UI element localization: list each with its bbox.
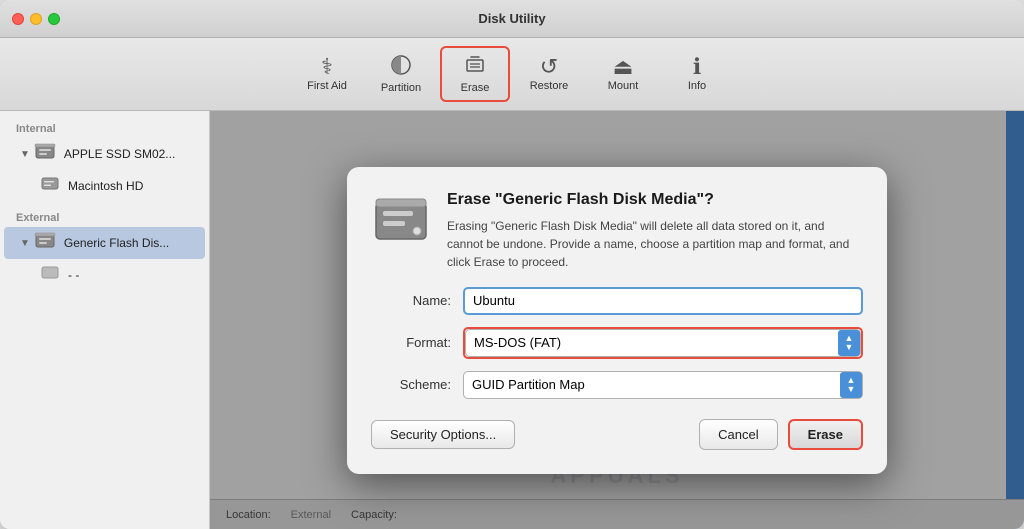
main-content: Internal ▼ APPLE SSD SM02... [0, 111, 1024, 529]
sidebar-item-macintosh-hd[interactable]: Macintosh HD [4, 171, 205, 200]
generic-flash-sub-icon [40, 264, 60, 285]
info-icon: ℹ [693, 56, 701, 78]
toolbar: ⚕ First Aid Partition Erase [0, 38, 1024, 111]
mount-label: Mount [608, 80, 639, 92]
internal-section-label: Internal [0, 119, 209, 137]
generic-flash-sub-label: - - [68, 268, 79, 282]
modal-description: Erasing "Generic Flash Disk Media" will … [447, 217, 863, 271]
format-label: Format: [371, 335, 451, 350]
format-row: Format: MS-DOS (FAT) ExFAT Mac OS Extend… [371, 327, 863, 359]
format-select-wrapper: MS-DOS (FAT) ExFAT Mac OS Extended (Jour… [463, 327, 863, 359]
first-aid-button[interactable]: ⚕ First Aid [292, 50, 362, 98]
macintosh-hd-label: Macintosh HD [68, 179, 143, 193]
external-section-label: External [0, 208, 209, 226]
partition-button[interactable]: Partition [366, 48, 436, 100]
modal-overlay: Erase "Generic Flash Disk Media"? Erasin… [210, 111, 1024, 529]
modal-form: Name: Format: MS-DOS (FAT) ExFAT Mac OS … [371, 287, 863, 399]
sidebar-item-generic-flash-sub[interactable]: - - [4, 260, 205, 289]
restore-button[interactable]: ↺ Restore [514, 50, 584, 98]
format-select[interactable]: MS-DOS (FAT) ExFAT Mac OS Extended (Jour… [465, 329, 861, 357]
first-aid-icon: ⚕ [321, 56, 333, 78]
sidebar-item-generic-flash[interactable]: ▼ Generic Flash Dis... [4, 227, 205, 259]
partition-label: Partition [381, 82, 421, 94]
footer-right: Cancel Erase [699, 419, 863, 450]
name-row: Name: [371, 287, 863, 315]
modal-disk-icon [371, 191, 431, 255]
maximize-button[interactable] [48, 13, 60, 25]
restore-icon: ↺ [540, 56, 558, 78]
scheme-select[interactable]: GUID Partition Map Master Boot Record Ap… [463, 371, 863, 399]
modal-text-area: Erase "Generic Flash Disk Media"? Erasin… [447, 191, 863, 271]
first-aid-label: First Aid [307, 80, 347, 92]
partition-icon [390, 54, 412, 80]
erase-confirm-button[interactable]: Erase [788, 419, 863, 450]
mount-button[interactable]: ⏏ Mount [588, 50, 658, 98]
close-button[interactable] [12, 13, 24, 25]
erase-label: Erase [461, 82, 490, 94]
info-label: Info [688, 80, 706, 92]
scheme-label: Scheme: [371, 377, 451, 392]
traffic-lights [12, 13, 60, 25]
name-label: Name: [371, 293, 451, 308]
erase-icon [464, 54, 486, 80]
generic-flash-icon [34, 231, 56, 255]
disclosure-arrow: ▼ [20, 149, 30, 160]
mount-icon: ⏏ [613, 56, 634, 78]
name-input[interactable] [463, 287, 863, 315]
main-panel: APPUALS Location: External Capacity: [210, 111, 1024, 529]
modal-title: Erase "Generic Flash Disk Media"? [447, 191, 863, 209]
main-window: Disk Utility ⚕ First Aid Partition [0, 0, 1024, 529]
modal-footer: Security Options... Cancel Erase [371, 419, 863, 450]
macintosh-hd-icon [40, 175, 60, 196]
window-title: Disk Utility [478, 11, 545, 26]
cancel-button[interactable]: Cancel [699, 419, 777, 450]
sidebar: Internal ▼ APPLE SSD SM02... [0, 111, 210, 529]
scheme-row: Scheme: GUID Partition Map Master Boot R… [371, 371, 863, 399]
minimize-button[interactable] [30, 13, 42, 25]
scheme-select-wrapper: GUID Partition Map Master Boot Record Ap… [463, 371, 863, 399]
erase-modal: Erase "Generic Flash Disk Media"? Erasin… [347, 167, 887, 474]
erase-button[interactable]: Erase [440, 46, 510, 102]
disclosure-arrow-ext: ▼ [20, 238, 30, 249]
generic-flash-label: Generic Flash Dis... [64, 236, 169, 250]
apple-ssd-icon [34, 142, 56, 166]
restore-label: Restore [530, 80, 569, 92]
security-options-button[interactable]: Security Options... [371, 420, 515, 449]
titlebar: Disk Utility [0, 0, 1024, 38]
info-button[interactable]: ℹ Info [662, 50, 732, 98]
modal-header: Erase "Generic Flash Disk Media"? Erasin… [371, 191, 863, 271]
sidebar-item-apple-ssd[interactable]: ▼ APPLE SSD SM02... [4, 138, 205, 170]
apple-ssd-label: APPLE SSD SM02... [64, 147, 175, 161]
